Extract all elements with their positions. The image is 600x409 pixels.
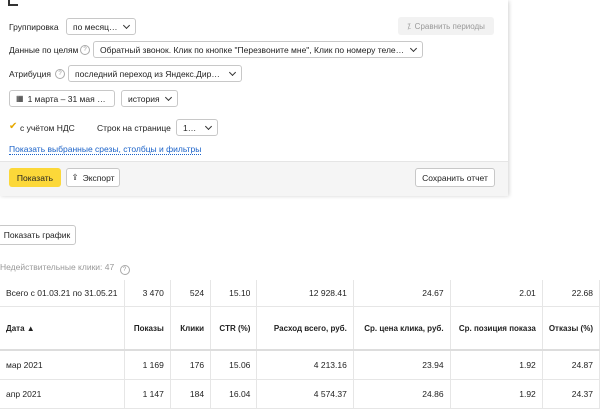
- show-chart-button[interactable]: Показать график: [0, 225, 76, 245]
- show-slices-link[interactable]: Показать выбранные срезы, столбцы и филь…: [9, 144, 202, 155]
- calendar-icon: ▦: [16, 94, 24, 103]
- chevron-down-icon: [122, 21, 131, 29]
- sort-date-header[interactable]: Дата ▲: [0, 306, 125, 351]
- grouping-dropdown[interactable]: по месяцам: [66, 18, 136, 35]
- vat-checkbox[interactable]: ✔: [9, 121, 17, 132]
- chevron-down-icon: [164, 93, 173, 101]
- vat-label: с учётом НДС: [20, 123, 75, 133]
- table-total-row: Всего с 01.03.21 по 31.05.21 3 470 524 1…: [0, 280, 600, 307]
- rows-per-page-label: Строк на странице: [97, 123, 171, 133]
- report-settings-panel: Группировка по месяцам ⁒ Сравнить период…: [0, 0, 508, 196]
- date-range-picker[interactable]: ▦ 1 марта – 31 мая 2021: [9, 90, 115, 107]
- table-header-row: Дата ▲ Показы Клики CTR (%) Расход всего…: [0, 306, 600, 351]
- chevron-down-icon: [228, 68, 237, 76]
- goals-dropdown[interactable]: Обратный звонок. Клик по кнопке "Перезво…: [93, 41, 423, 58]
- help-icon[interactable]: ?: [55, 69, 65, 79]
- stats-table: Всего с 01.03.21 по 31.05.21 3 470 524 1…: [0, 280, 600, 409]
- attribution-dropdown[interactable]: последний переход из Яндекс.Директа: [68, 65, 242, 82]
- history-dropdown[interactable]: история: [121, 90, 178, 107]
- rows-per-page-dropdown[interactable]: 1000: [176, 119, 218, 136]
- compare-periods-button[interactable]: ⁒ Сравнить периоды: [398, 17, 494, 35]
- grouping-label: Группировка: [9, 22, 59, 32]
- table-row: апр 2021 1 147 184 16.04 4 574.37 24.86 …: [0, 379, 600, 409]
- chevron-down-icon: [409, 44, 418, 52]
- export-icon: ⇪: [71, 172, 79, 182]
- panel-top-fragment: [8, 0, 18, 6]
- export-button[interactable]: ⇪ Экспорт: [66, 168, 120, 187]
- goals-label: Данные по целям: [9, 45, 79, 55]
- help-icon[interactable]: ?: [119, 265, 130, 275]
- save-report-button[interactable]: Сохранить отчет: [415, 168, 495, 187]
- show-button[interactable]: Показать: [9, 168, 61, 187]
- chevron-down-icon: [204, 122, 213, 130]
- compare-icon: ⁒: [407, 21, 411, 31]
- invalid-clicks-note: Недействительные клики: 47 ?: [0, 262, 130, 275]
- table-row: мар 2021 1 169 176 15.06 4 213.16 23.94 …: [0, 350, 600, 380]
- help-icon[interactable]: ?: [80, 45, 90, 55]
- attribution-label: Атрибуция: [9, 69, 52, 79]
